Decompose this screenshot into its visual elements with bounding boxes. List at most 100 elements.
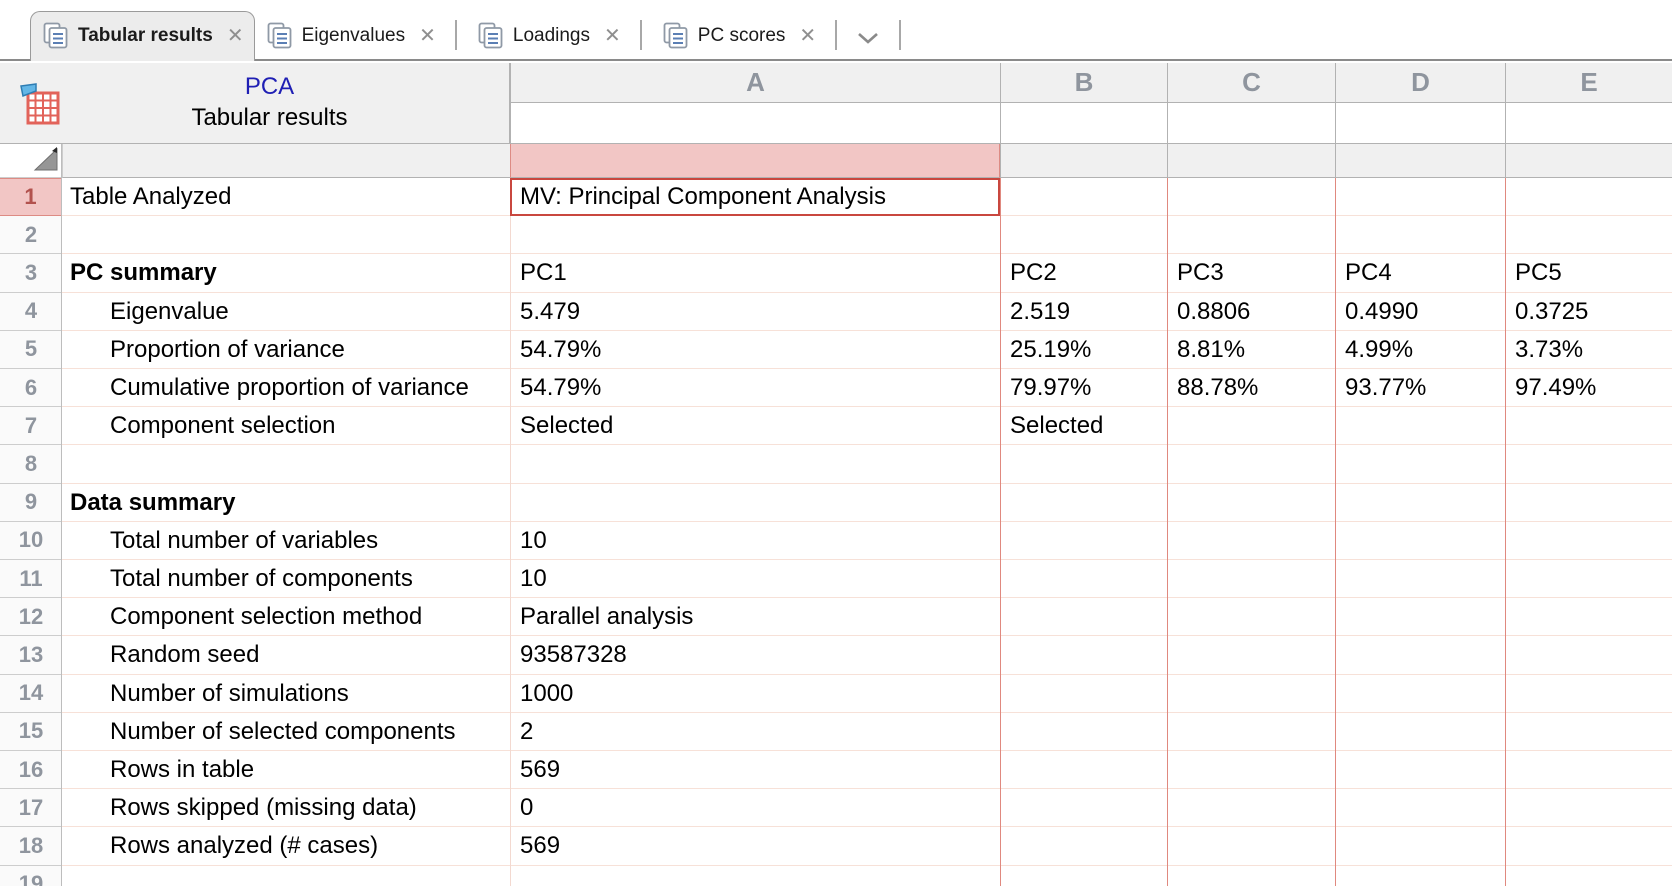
row-number-10[interactable]: 10 [0,522,62,560]
cell-B6[interactable]: 79.97% [1000,369,1167,407]
column-header-E[interactable]: E [1505,63,1672,103]
subtitle-cell-D[interactable] [1335,103,1505,144]
cell-D4[interactable]: 0.4990 [1335,293,1505,331]
row-label-component-selection-method[interactable]: Component selection method [62,598,510,636]
cell-B3[interactable]: PC2 [1000,254,1167,292]
row-number-7[interactable]: 7 [0,407,62,445]
close-icon[interactable]: ✕ [799,23,816,48]
row-number-3[interactable]: 3 [0,254,62,292]
cell-C3[interactable]: PC3 [1167,254,1335,292]
chevron-down-icon[interactable] [856,31,880,45]
row-label-eigenvalue[interactable]: Eigenvalue [62,293,510,331]
row-number-15[interactable]: 15 [0,713,62,751]
row-label-rows-skipped-missing-data-[interactable]: Rows skipped (missing data) [62,789,510,827]
row-label-table-analyzed[interactable]: Table Analyzed [62,178,510,216]
title-cell-E[interactable] [1505,144,1672,178]
row-number-11[interactable]: 11 [0,560,62,598]
cell-A7[interactable]: Selected [510,407,1000,445]
cell-B5[interactable]: 25.19% [1000,331,1167,369]
cell-C4[interactable]: 0.8806 [1167,293,1335,331]
row-number-5[interactable]: 5 [0,331,62,369]
row-label-proportion-of-variance[interactable]: Proportion of variance [62,331,510,369]
row-number-12[interactable]: 12 [0,598,62,636]
subtitle-cell-C[interactable] [1167,103,1335,144]
row-label-number-of-simulations[interactable]: Number of simulations [62,675,510,713]
cell-A13[interactable]: 93587328 [510,636,1000,674]
cell-A17[interactable]: 0 [510,789,1000,827]
cell-A10[interactable]: 10 [510,522,1000,560]
row-number-16[interactable]: 16 [0,751,62,789]
close-icon[interactable]: ✕ [604,23,621,48]
row-number-9[interactable]: 9 [0,484,62,522]
row-label-random-seed[interactable]: Random seed [62,636,510,674]
cell-D3[interactable]: PC4 [1335,254,1505,292]
cell-A11[interactable]: 10 [510,560,1000,598]
row-label-rows-in-table[interactable]: Rows in table [62,751,510,789]
row-number-1[interactable]: 1 [0,178,62,216]
row-number-19[interactable]: 19 [0,866,62,886]
cell-B7[interactable]: Selected [1000,407,1167,445]
column-header-D[interactable]: D [1335,63,1505,103]
cell-B4[interactable]: 2.519 [1000,293,1167,331]
cell-A15[interactable]: 2 [510,713,1000,751]
tab-pc-scores[interactable]: PC scores✕ [651,12,826,59]
row-number-6[interactable]: 6 [0,369,62,407]
column-header-C[interactable]: C [1167,63,1335,103]
selected-cell-A1[interactable]: MV: Principal Component Analysis [510,178,1000,216]
sheet-icon [478,22,503,49]
column-gridline [1505,178,1506,886]
cell-E5[interactable]: 3.73% [1505,331,1672,369]
cell-A12[interactable]: Parallel analysis [510,598,1000,636]
row-label-total-number-of-variables[interactable]: Total number of variables [62,522,510,560]
tab-separator [640,20,642,50]
column-header-B[interactable]: B [1000,63,1167,103]
cell-A3[interactable]: PC1 [510,254,1000,292]
cell-E3[interactable]: PC5 [1505,254,1672,292]
sheet-tab-bar: Tabular results✕ Eigenvalues✕ Loadings✕ … [0,0,1672,61]
cell-E6[interactable]: 97.49% [1505,369,1672,407]
cell-C5[interactable]: 8.81% [1167,331,1335,369]
sheet-icon [663,22,688,49]
row-label-pc-summary[interactable]: PC summary [62,254,510,292]
tab-separator [899,20,901,50]
corner-cell[interactable] [0,144,62,178]
subtitle-cell-B[interactable] [1000,103,1167,144]
sheet-icon [43,22,68,49]
title-cell-D[interactable] [1335,144,1505,178]
row-number-17[interactable]: 17 [0,789,62,827]
selected-column-indicator[interactable] [510,144,1000,178]
row-number-13[interactable]: 13 [0,636,62,674]
row-label-component-selection[interactable]: Component selection [62,407,510,445]
row-number-4[interactable]: 4 [0,293,62,331]
title-row-label-cell[interactable] [62,144,510,178]
subtitle-cell-A[interactable] [510,103,1000,144]
row-number-2[interactable]: 2 [0,216,62,254]
cell-A4[interactable]: 5.479 [510,293,1000,331]
title-cell-B[interactable] [1000,144,1167,178]
row-label-number-of-selected-components[interactable]: Number of selected components [62,713,510,751]
cell-A18[interactable]: 569 [510,827,1000,865]
cell-A6[interactable]: 54.79% [510,369,1000,407]
row-label-total-number-of-components[interactable]: Total number of components [62,560,510,598]
row-number-14[interactable]: 14 [0,675,62,713]
title-cell-C[interactable] [1167,144,1335,178]
column-header-A[interactable]: A [510,63,1000,103]
cell-A5[interactable]: 54.79% [510,331,1000,369]
row-number-18[interactable]: 18 [0,827,62,865]
cell-D5[interactable]: 4.99% [1335,331,1505,369]
row-label-data-summary[interactable]: Data summary [62,484,510,522]
tab-loadings[interactable]: Loadings✕ [466,12,631,59]
close-icon[interactable]: ✕ [419,23,436,48]
cell-E4[interactable]: 0.3725 [1505,293,1672,331]
subtitle-cell-E[interactable] [1505,103,1672,144]
row-label-cumulative-proportion-of-variance[interactable]: Cumulative proportion of variance [62,369,510,407]
tab-eigenvalues[interactable]: Eigenvalues✕ [255,12,446,59]
tab-tabular-results[interactable]: Tabular results✕ [30,11,255,61]
cell-D6[interactable]: 93.77% [1335,369,1505,407]
cell-A14[interactable]: 1000 [510,675,1000,713]
row-number-8[interactable]: 8 [0,445,62,483]
close-icon[interactable]: ✕ [227,23,244,48]
cell-A16[interactable]: 569 [510,751,1000,789]
cell-C6[interactable]: 88.78% [1167,369,1335,407]
row-label-rows-analyzed-cases-[interactable]: Rows analyzed (# cases) [62,827,510,865]
